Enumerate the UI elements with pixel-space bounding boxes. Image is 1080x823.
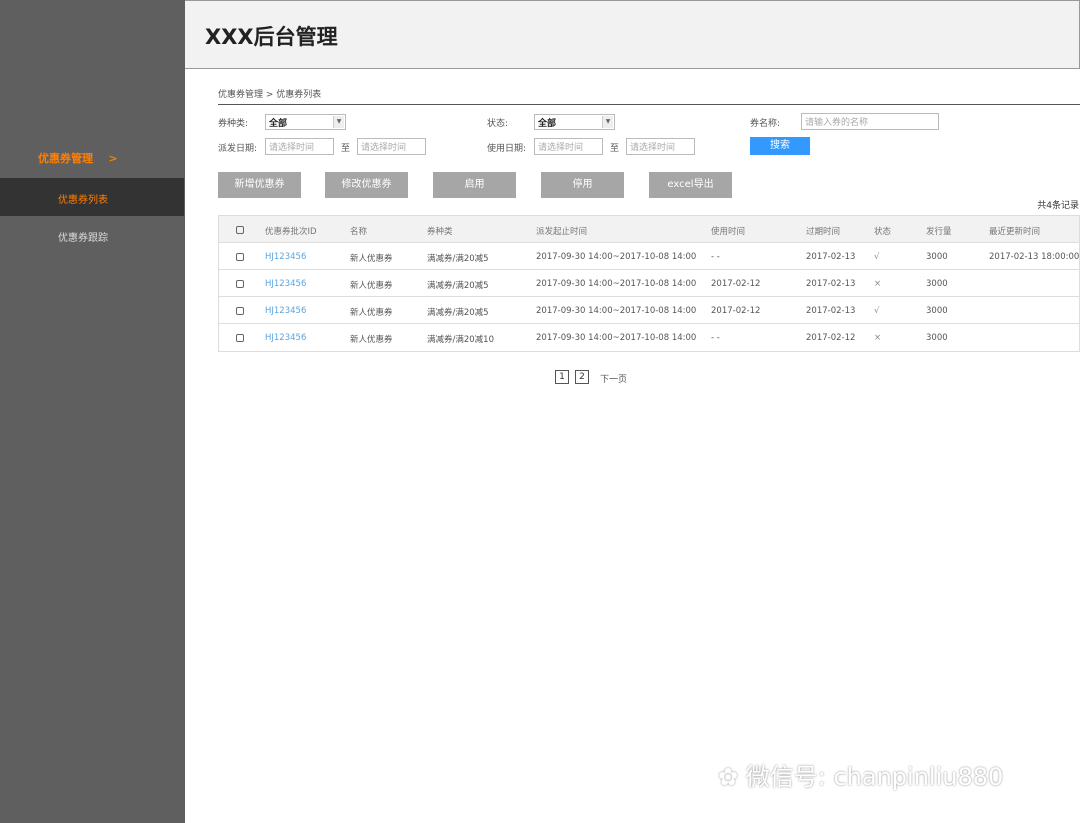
select-all-checkbox[interactable]	[236, 226, 244, 234]
table-cell: 2017-02-13	[806, 279, 856, 289]
issue-date-end-input[interactable]: 请选择时间	[357, 138, 426, 155]
table-cell: 2017-02-13 18:00:00	[989, 252, 1080, 262]
table-cell: 满减券/满20减5	[427, 254, 489, 264]
sidebar-item-label: 优惠券列表	[58, 195, 108, 206]
table-cell: 2017-02-13	[806, 306, 856, 316]
coupon-table: 优惠券批次ID 名称 券种类 派发起止时间 使用时间 过期时间 状态 发行量 最近更新时间 HJ1…	[218, 215, 1080, 352]
table-cell: 2017-09-30 14:00~2017-10-08 14:00	[536, 252, 697, 262]
chevron-down-icon: ▼	[333, 116, 344, 128]
add-coupon-button[interactable]: 新增优惠券	[218, 172, 301, 198]
name-input[interactable]: 请输入券的名称	[801, 113, 939, 130]
table-cell: ×	[874, 333, 882, 343]
table-cell: 3000	[926, 306, 948, 316]
batch-id-link[interactable]: HJ123456	[265, 279, 306, 289]
status-select[interactable]: 全部 ▼	[534, 114, 615, 130]
sidebar: 优惠券管理 > 优惠券列表 优惠券跟踪	[0, 0, 185, 823]
table-row: HJ123456 新人优惠券 满减券/满20减5 2017-09-30 14:00~2…	[219, 270, 1079, 297]
sidebar-group-coupon-management[interactable]: 优惠券管理 >	[38, 150, 118, 166]
table-cell: 2017-09-30 14:00~2017-10-08 14:00	[536, 333, 697, 343]
sidebar-group-label: 优惠券管理	[38, 152, 93, 165]
use-date-label: 使用日期:	[487, 144, 527, 154]
table-cell: 2017-02-12	[711, 306, 761, 316]
table-cell: 新人优惠券	[350, 308, 393, 318]
sidebar-item-coupon-tracking[interactable]: 优惠券跟踪	[58, 229, 108, 244]
table-cell: 3000	[926, 252, 948, 262]
column-header: 状态	[874, 227, 892, 237]
watermark: ✿ 微信号: chanpinliu880	[718, 757, 1003, 792]
table-cell: 新人优惠券	[350, 335, 393, 345]
page-2-button[interactable]: 2	[575, 370, 589, 384]
sidebar-item-coupon-list[interactable]: 优惠券列表	[0, 178, 184, 216]
status-select-value: 全部	[538, 119, 557, 129]
table-cell: - -	[711, 333, 720, 343]
table-cell: 2017-09-30 14:00~2017-10-08 14:00	[536, 279, 697, 289]
status-label: 状态:	[487, 119, 509, 129]
table-row: HJ123456 新人优惠券 满减券/满20减5 2017-09-30 14:00~2…	[219, 297, 1079, 324]
use-date-end-input[interactable]: 请选择时间	[626, 138, 695, 155]
table-cell: √	[874, 306, 880, 316]
table-header: 优惠券批次ID 名称 券种类 派发起止时间 使用时间 过期时间 状态 发行量 最近更新时间	[219, 216, 1079, 243]
next-page-link[interactable]: 下一页	[600, 372, 627, 385]
table-cell: 满减券/满20减5	[427, 308, 489, 318]
row-checkbox[interactable]	[236, 253, 244, 261]
table-cell: - -	[711, 252, 720, 262]
row-checkbox[interactable]	[236, 307, 244, 315]
row-checkbox[interactable]	[236, 334, 244, 342]
type-label: 券种类:	[218, 119, 249, 129]
use-date-start-input[interactable]: 请选择时间	[534, 138, 603, 155]
type-select-value: 全部	[269, 119, 288, 129]
to-label: 至	[341, 144, 351, 154]
page-1-button[interactable]: 1	[555, 370, 569, 384]
issue-date-label: 派发日期:	[218, 144, 258, 154]
batch-id-link[interactable]: HJ123456	[265, 333, 306, 343]
watermark-text: 微信号: chanpinliu880	[745, 763, 1004, 791]
record-count: 共4条记录	[1037, 201, 1079, 211]
table-cell: ×	[874, 279, 882, 289]
column-header: 派发起止时间	[536, 227, 588, 237]
type-select[interactable]: 全部 ▼	[265, 114, 346, 130]
chevron-down-icon: ▼	[602, 116, 613, 128]
column-header: 发行量	[926, 227, 952, 237]
table-cell: 3000	[926, 333, 948, 343]
table-cell: √	[874, 252, 880, 262]
column-header: 使用时间	[711, 227, 746, 237]
app-title: XXX后台管理	[205, 25, 338, 49]
wechat-icon: ✿	[718, 763, 746, 791]
table-cell: 3000	[926, 279, 948, 289]
table-row: HJ123456 新人优惠券 满减券/满20减10 2017-09-30 14:00~…	[219, 324, 1079, 351]
table-row: HJ123456 新人优惠券 满减券/满20减5 2017-09-30 14:00~2…	[219, 243, 1079, 270]
batch-id-link[interactable]: HJ123456	[265, 306, 306, 316]
column-header: 优惠券批次ID	[265, 227, 317, 237]
table-cell: 满减券/满20减10	[427, 335, 494, 345]
table-cell: 2017-02-12	[711, 279, 761, 289]
enable-button[interactable]: 启用	[433, 172, 516, 198]
name-label: 券名称:	[750, 119, 781, 129]
column-header: 名称	[350, 227, 368, 237]
breadcrumb: 优惠券管理 > 优惠券列表	[218, 90, 322, 100]
table-cell: 2017-02-13	[806, 252, 856, 262]
header: XXX后台管理	[185, 0, 1080, 69]
chevron-right-icon: >	[108, 152, 118, 165]
edit-coupon-button[interactable]: 修改优惠券	[325, 172, 408, 198]
column-header: 过期时间	[806, 227, 841, 237]
column-header: 最近更新时间	[989, 227, 1041, 237]
excel-export-button[interactable]: excel导出	[649, 172, 732, 198]
table-cell: 新人优惠券	[350, 254, 393, 264]
table-cell: 2017-02-12	[806, 333, 856, 343]
column-header: 券种类	[427, 227, 453, 237]
to-label: 至	[610, 144, 620, 154]
disable-button[interactable]: 停用	[541, 172, 624, 198]
row-checkbox[interactable]	[236, 280, 244, 288]
table-cell: 2017-09-30 14:00~2017-10-08 14:00	[536, 306, 697, 316]
divider	[218, 104, 1080, 105]
table-cell: 新人优惠券	[350, 281, 393, 291]
table-cell: 满减券/满20减5	[427, 281, 489, 291]
search-button[interactable]: 搜索	[750, 137, 810, 155]
issue-date-start-input[interactable]: 请选择时间	[265, 138, 334, 155]
batch-id-link[interactable]: HJ123456	[265, 252, 306, 262]
